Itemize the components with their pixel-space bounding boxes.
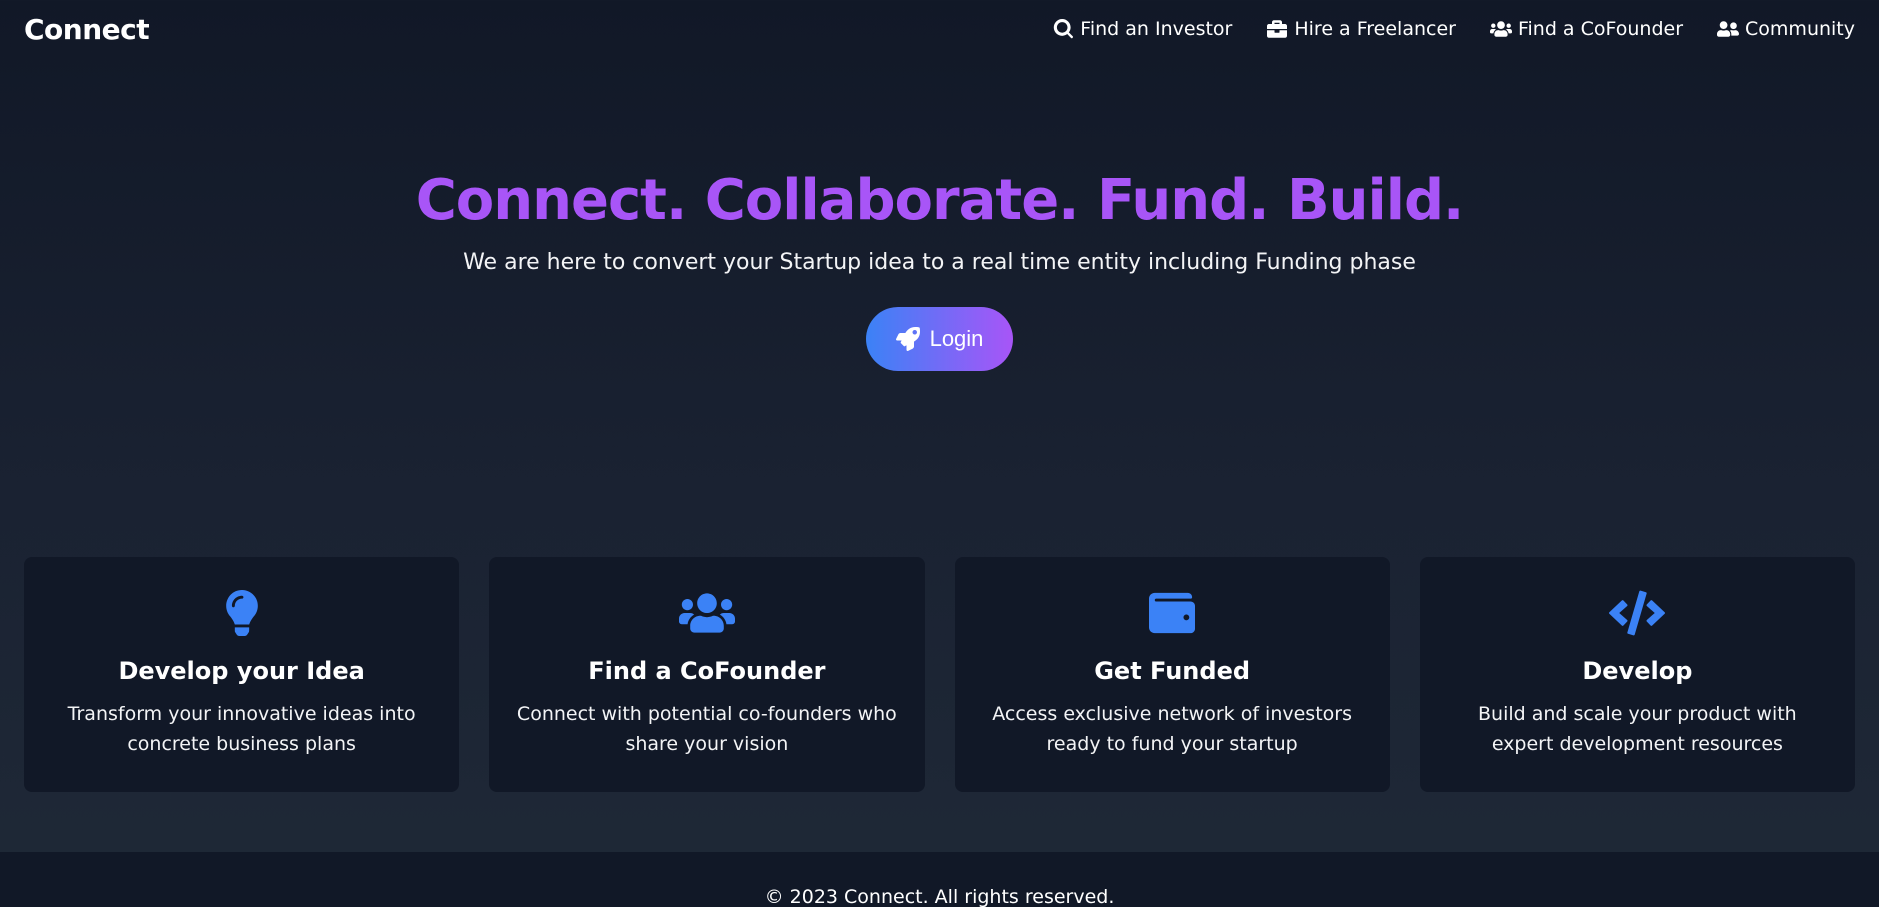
nav-link-label: Community (1745, 18, 1855, 40)
features-section: Develop your Idea Transform your innovat… (24, 557, 1855, 792)
users-icon (678, 589, 735, 637)
nav-links: Find an Investor Hire a Freelancer Find … (1052, 18, 1855, 40)
nav-link-hire-freelancer[interactable]: Hire a Freelancer (1266, 18, 1456, 40)
feature-card-find-cofounder: Find a CoFounder Connect with potential … (489, 557, 925, 792)
hero-title: Connect. Collaborate. Fund. Build. (415, 168, 1465, 233)
user-friends-icon (1717, 21, 1740, 37)
feature-description: Build and scale your product with expert… (1478, 703, 1797, 755)
feature-description: Connect with potential co-founders who s… (516, 703, 897, 755)
hero-subtitle: We are here to convert your Startup idea… (463, 249, 1416, 275)
users-icon (1489, 21, 1512, 37)
feature-description: Access exclusive network of investors re… (992, 703, 1352, 755)
nav-link-label: Find an Investor (1080, 18, 1233, 40)
feature-description: Transform your innovative ideas into con… (67, 703, 416, 755)
footer: © 2023 Connect. All rights reserved. (0, 852, 1879, 907)
feature-title: Find a CoFounder (588, 657, 826, 685)
top-navbar: Connect Find an Investor Hire a Freelanc… (0, 0, 1879, 58)
login-button[interactable]: Login (866, 306, 1013, 371)
nav-link-find-investor[interactable]: Find an Investor (1052, 18, 1232, 40)
feature-title: Get Funded (1094, 657, 1251, 685)
wallet-icon (1144, 589, 1200, 637)
feature-card-develop-idea: Develop your Idea Transform your innovat… (24, 557, 460, 792)
nav-link-label: Find a CoFounder (1517, 18, 1684, 40)
feature-card-develop: Develop Build and scale your product wit… (1419, 557, 1855, 792)
feature-title: Develop your Idea (118, 657, 365, 685)
nav-link-find-cofounder[interactable]: Find a CoFounder (1489, 18, 1684, 40)
hero-section: Connect. Collaborate. Fund. Build. We ar… (0, 170, 1879, 371)
login-label: Login (929, 325, 984, 351)
nav-link-community[interactable]: Community (1717, 18, 1855, 40)
feature-title: Develop (1582, 657, 1693, 685)
brand-logo[interactable]: Connect (24, 13, 150, 46)
search-icon (1054, 19, 1074, 39)
feature-card-get-funded: Get Funded Access exclusive network of i… (954, 557, 1390, 792)
nav-link-label: Hire a Freelancer (1294, 18, 1456, 40)
briefcase-icon (1267, 20, 1288, 38)
copyright-text: © 2023 Connect. All rights reserved. (764, 886, 1115, 907)
code-icon (1609, 589, 1666, 637)
rocket-icon (895, 326, 920, 351)
lightbulb-icon (214, 589, 270, 637)
